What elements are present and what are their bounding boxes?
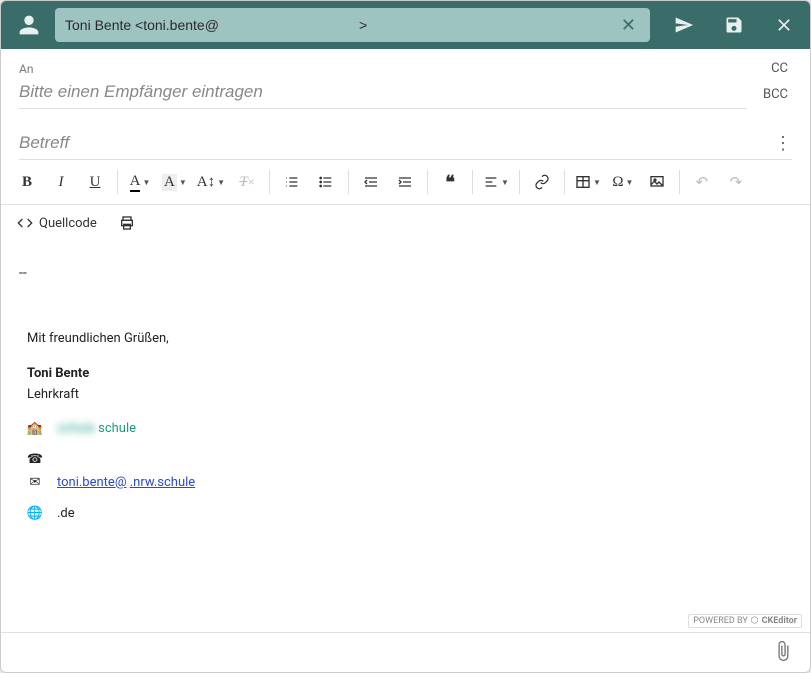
signature-email-link[interactable]: toni.bente@ .nrw.schule bbox=[57, 473, 195, 494]
special-char-button[interactable]: Ω▼ bbox=[607, 166, 639, 198]
to-input[interactable] bbox=[19, 76, 747, 109]
align-button[interactable]: ▼ bbox=[479, 166, 513, 198]
signature-role: Lehrkraft bbox=[27, 385, 792, 406]
image-button[interactable] bbox=[641, 166, 673, 198]
header-bar: ✕ bbox=[1, 1, 810, 49]
unordered-list-button[interactable] bbox=[310, 166, 342, 198]
to-label: An bbox=[19, 62, 33, 76]
toolbar-separator bbox=[564, 170, 565, 194]
underline-button[interactable]: U bbox=[79, 166, 111, 198]
send-button[interactable] bbox=[668, 9, 700, 41]
editor-toolbar: B I U A▼ A▼ A↕▼ T× ❝ ▼ ▼ Ω▼ ↶ bbox=[1, 160, 810, 247]
globe-icon: 🌐 bbox=[27, 504, 43, 525]
bcc-toggle[interactable]: BCC bbox=[759, 83, 792, 106]
signature-block: Mit freundlichen Grüßen, Toni Bente Lehr… bbox=[27, 329, 792, 525]
signature-name: Toni Bente bbox=[27, 366, 89, 381]
clear-from-icon[interactable]: ✕ bbox=[617, 15, 640, 36]
close-button[interactable] bbox=[768, 9, 800, 41]
signature-website: .de bbox=[57, 504, 75, 525]
toolbar-separator bbox=[679, 170, 680, 194]
signature-school: schule schule bbox=[57, 419, 136, 440]
phone-icon: ☎ bbox=[27, 450, 43, 471]
compose-footer bbox=[1, 632, 810, 672]
powered-by-badge[interactable]: POWERED BY ⬡ CKEditor bbox=[688, 614, 802, 628]
link-button[interactable] bbox=[526, 166, 558, 198]
clear-format-button[interactable]: T× bbox=[231, 166, 263, 198]
blockquote-button[interactable]: ❝ bbox=[434, 166, 466, 198]
table-button[interactable]: ▼ bbox=[571, 166, 605, 198]
bold-button[interactable]: B bbox=[11, 166, 43, 198]
attachment-button[interactable] bbox=[772, 640, 794, 666]
redo-button[interactable]: ↷ bbox=[720, 166, 752, 198]
bg-color-button[interactable]: A▼ bbox=[158, 166, 191, 198]
font-size-button[interactable]: A↕▼ bbox=[193, 166, 229, 198]
signature-separator: -- bbox=[19, 265, 792, 281]
toolbar-separator bbox=[519, 170, 520, 194]
from-input[interactable] bbox=[65, 17, 617, 33]
more-options-icon[interactable]: ⋮ bbox=[766, 129, 800, 158]
subject-input[interactable] bbox=[19, 127, 766, 159]
source-code-button[interactable]: Quellcode bbox=[11, 211, 103, 235]
toolbar-separator bbox=[348, 170, 349, 194]
italic-button[interactable]: I bbox=[45, 166, 77, 198]
save-button[interactable] bbox=[718, 9, 750, 41]
toolbar-separator bbox=[117, 170, 118, 194]
toolbar-separator bbox=[427, 170, 428, 194]
message-body[interactable]: -- Mit freundlichen Grüßen, Toni Bente L… bbox=[1, 247, 810, 632]
undo-button[interactable]: ↶ bbox=[686, 166, 718, 198]
toolbar-separator bbox=[472, 170, 473, 194]
indent-button[interactable] bbox=[389, 166, 421, 198]
cc-toggle[interactable]: CC bbox=[767, 57, 792, 80]
recipients-area: An CC BCC ⋮ bbox=[1, 49, 810, 160]
from-field[interactable]: ✕ bbox=[55, 8, 650, 42]
avatar-icon bbox=[11, 7, 47, 43]
toolbar-separator bbox=[269, 170, 270, 194]
school-icon: 🏫 bbox=[27, 419, 43, 440]
outdent-button[interactable] bbox=[355, 166, 387, 198]
signature-greeting: Mit freundlichen Grüßen, bbox=[27, 329, 792, 350]
email-icon: ✉ bbox=[27, 473, 43, 494]
ordered-list-button[interactable] bbox=[276, 166, 308, 198]
compose-window: ✕ An CC BCC ⋮ B I U bbox=[0, 0, 811, 673]
font-color-button[interactable]: A▼ bbox=[124, 166, 156, 198]
print-button[interactable] bbox=[111, 207, 143, 239]
